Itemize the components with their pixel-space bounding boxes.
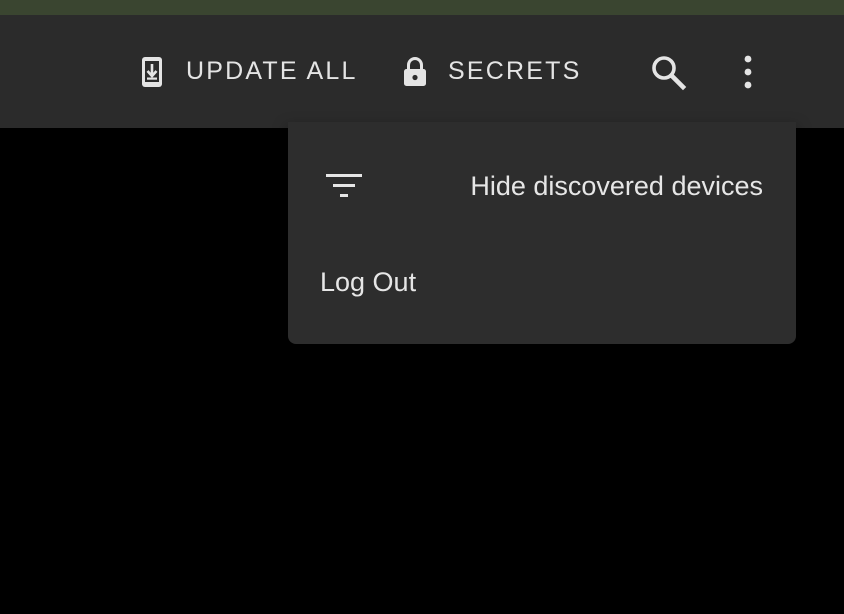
app-toolbar: UPDATE ALL SECRETS (0, 15, 844, 128)
update-all-button[interactable]: UPDATE ALL (138, 15, 358, 128)
update-all-label: UPDATE ALL (186, 57, 358, 85)
menu-item-hide-discovered[interactable]: Hide discovered devices (288, 146, 796, 226)
search-button[interactable] (646, 15, 690, 128)
filter-icon (324, 168, 364, 204)
secrets-label: SECRETS (448, 57, 582, 85)
more-vertical-icon (742, 54, 754, 90)
secrets-button[interactable]: SECRETS (401, 15, 581, 128)
search-icon (649, 53, 687, 91)
overflow-menu: Hide discovered devices Log Out (288, 122, 796, 344)
menu-item-label: Log Out (320, 266, 417, 297)
lock-icon (401, 56, 429, 88)
menu-item-label: Hide discovered devices (470, 170, 763, 201)
more-menu-button[interactable] (730, 15, 766, 128)
cellphone-arrow-down-icon (138, 56, 166, 88)
top-strip (0, 0, 844, 15)
menu-item-log-out[interactable]: Log Out (288, 242, 796, 322)
